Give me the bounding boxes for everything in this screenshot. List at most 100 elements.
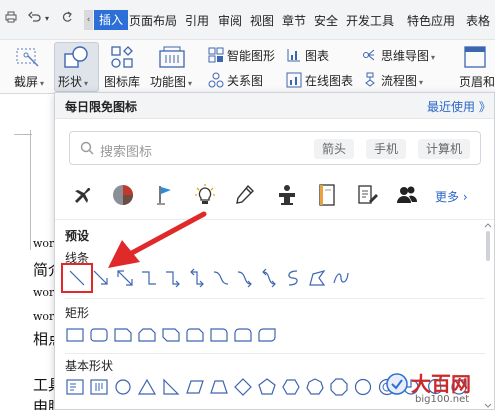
trapezoid-shape[interactable] xyxy=(209,377,229,397)
ribbon: 截屏 ▾ 形状 ▾ 图标库 功能图 ▾ 智能图形 图表 关系图 在线图表 思维导图 ▾ … xyxy=(0,40,495,94)
notebook-icon[interactable] xyxy=(315,183,341,207)
people-icon[interactable] xyxy=(395,183,421,207)
header-footer-button[interactable]: 页眉和 xyxy=(459,73,495,90)
search-chip-computer[interactable]: 计算机 xyxy=(418,139,471,159)
rectangle-shape[interactable] xyxy=(65,325,85,345)
round-diagonal-rectangle-shape[interactable] xyxy=(257,325,277,345)
podium-icon[interactable] xyxy=(275,183,301,207)
more-icons-link[interactable]: 更多 › xyxy=(435,188,468,205)
round-one-corner-rectangle-shape[interactable] xyxy=(209,325,229,345)
rounded-rectangle-shape[interactable] xyxy=(89,325,109,345)
document-text: wor xyxy=(33,286,55,299)
menu-tab-view[interactable]: 视图 xyxy=(250,12,274,29)
snip-same-side-rectangle-shape[interactable] xyxy=(137,325,157,345)
menu-tab-security[interactable]: 安全 xyxy=(314,12,338,29)
curved-connector-shape[interactable] xyxy=(211,268,231,288)
chart-icon[interactable] xyxy=(286,47,302,66)
pie-chart-icon[interactable] xyxy=(111,183,137,207)
site-watermark: 大百网 big100.net xyxy=(385,368,495,410)
header-footer-icon[interactable] xyxy=(462,45,488,72)
round-same-side-rectangle-shape[interactable] xyxy=(233,325,253,345)
parallelogram-shape[interactable] xyxy=(185,377,205,397)
snip-corner-rectangle-shape[interactable] xyxy=(113,325,133,345)
menu-tab-table[interactable]: 表格 xyxy=(466,12,490,29)
flow-chart-button[interactable]: 流程图 ▾ xyxy=(381,72,423,89)
online-chart-icon[interactable] xyxy=(286,72,302,91)
shape-icon xyxy=(63,45,91,72)
section-divider xyxy=(65,298,485,299)
preset-section-label: 预设 xyxy=(65,229,90,243)
snip-diagonal-rectangle-shape[interactable] xyxy=(161,325,181,345)
menu-tab-special[interactable]: 特色应用 xyxy=(407,12,455,29)
shape-button-label: 形状 ▾ xyxy=(58,75,89,89)
curved-arrow-connector-shape[interactable] xyxy=(235,268,255,288)
pentagon-shape[interactable] xyxy=(257,377,277,397)
diamond-shape[interactable] xyxy=(233,377,253,397)
function-graph-button[interactable]: 功能图 ▾ xyxy=(150,73,192,90)
flow-chart-icon[interactable] xyxy=(362,72,378,91)
heptagon-shape[interactable] xyxy=(305,377,325,397)
flag-icon[interactable] xyxy=(153,183,179,207)
section-divider xyxy=(65,353,485,354)
icon-library-icon[interactable] xyxy=(110,45,134,72)
freeform-shape[interactable] xyxy=(307,268,327,288)
document-text: wor xyxy=(33,310,55,323)
mind-map-icon[interactable] xyxy=(362,47,378,66)
search-chip-phone[interactable]: 手机 xyxy=(366,139,407,159)
right-triangle-shape[interactable] xyxy=(161,377,181,397)
print-icon[interactable] xyxy=(4,10,18,27)
straight-line-shape[interactable] xyxy=(67,268,87,288)
vertical-text-box-shape[interactable] xyxy=(89,377,109,397)
margin-guide xyxy=(30,130,31,250)
search-chip-arrow[interactable]: 箭头 xyxy=(314,139,355,159)
decagon-shape[interactable] xyxy=(353,377,373,397)
octagon-number-shape[interactable] xyxy=(329,377,349,397)
screenshot-icon[interactable] xyxy=(14,46,40,71)
menu-tab-review[interactable]: 审阅 xyxy=(218,12,242,29)
triangle-shape[interactable] xyxy=(137,377,157,397)
menu-tab-developer[interactable]: 开发工具 xyxy=(346,12,394,29)
icon-search-box[interactable]: 搜索图标 箭头 手机 计算机 xyxy=(69,131,481,165)
scribble-shape[interactable] xyxy=(331,268,351,288)
pen-icon[interactable] xyxy=(233,183,259,207)
lightbulb-icon[interactable] xyxy=(193,183,219,207)
menu-scroll-left-button[interactable]: ‹ xyxy=(84,10,93,30)
basic-shapes-section-label: 基本形状 xyxy=(65,359,114,373)
rect-section-label: 矩形 xyxy=(65,306,90,320)
airplane-icon[interactable] xyxy=(71,183,97,207)
menu-tab-chapter[interactable]: 章节 xyxy=(282,12,306,29)
redo-icon[interactable] xyxy=(60,10,74,27)
snip-round-rectangle-shape[interactable] xyxy=(185,325,205,345)
panel-header: 每日限免图标 最近使用 》 xyxy=(55,93,494,119)
recent-used-link[interactable]: 最近使用 》 xyxy=(427,98,491,115)
icon-library-button[interactable]: 图标库 xyxy=(104,73,140,90)
undo-dropdown-icon[interactable]: ▾ xyxy=(45,14,49,23)
hexagon-shape[interactable] xyxy=(281,377,301,397)
watermark-url: big100.net xyxy=(415,394,470,405)
smart-art-button[interactable]: 智能图形 xyxy=(227,47,275,64)
document-text: wor xyxy=(33,237,55,250)
watermark-text: 大百网 xyxy=(411,372,471,396)
online-chart-button[interactable]: 在线图表 xyxy=(305,72,353,89)
menu-tab-references[interactable]: 引用 xyxy=(185,12,209,29)
relation-diagram-icon[interactable] xyxy=(208,72,224,91)
oval-shape[interactable] xyxy=(113,377,133,397)
margin-guide xyxy=(14,134,32,135)
undo-icon[interactable] xyxy=(28,10,42,27)
text-box-shape[interactable] xyxy=(65,377,85,397)
annotation-arrow xyxy=(100,210,210,280)
curve-shape[interactable] xyxy=(283,268,303,288)
chart-button[interactable]: 图表 xyxy=(305,47,329,64)
menu-tab-insert[interactable]: 插入 xyxy=(94,10,129,30)
menu-tab-page-layout[interactable]: 页面布局 xyxy=(129,12,177,29)
mind-map-button[interactable]: 思维导图 ▾ xyxy=(381,47,435,64)
menu-bar: ▾ ‹ 插入 页面布局 引用 审阅 视图 章节 安全 开发工具 特色应用 表格 xyxy=(0,0,495,40)
search-placeholder: 搜索图标 xyxy=(100,145,153,160)
relation-diagram-button[interactable]: 关系图 xyxy=(227,72,263,89)
function-graph-icon[interactable] xyxy=(158,45,186,72)
smart-art-icon[interactable] xyxy=(208,47,224,66)
panel-title: 每日限免图标 xyxy=(65,100,138,114)
document-edit-icon[interactable] xyxy=(355,183,381,207)
curved-double-arrow-connector-shape[interactable] xyxy=(259,268,279,288)
screenshot-button[interactable]: 截屏 ▾ xyxy=(14,73,44,90)
